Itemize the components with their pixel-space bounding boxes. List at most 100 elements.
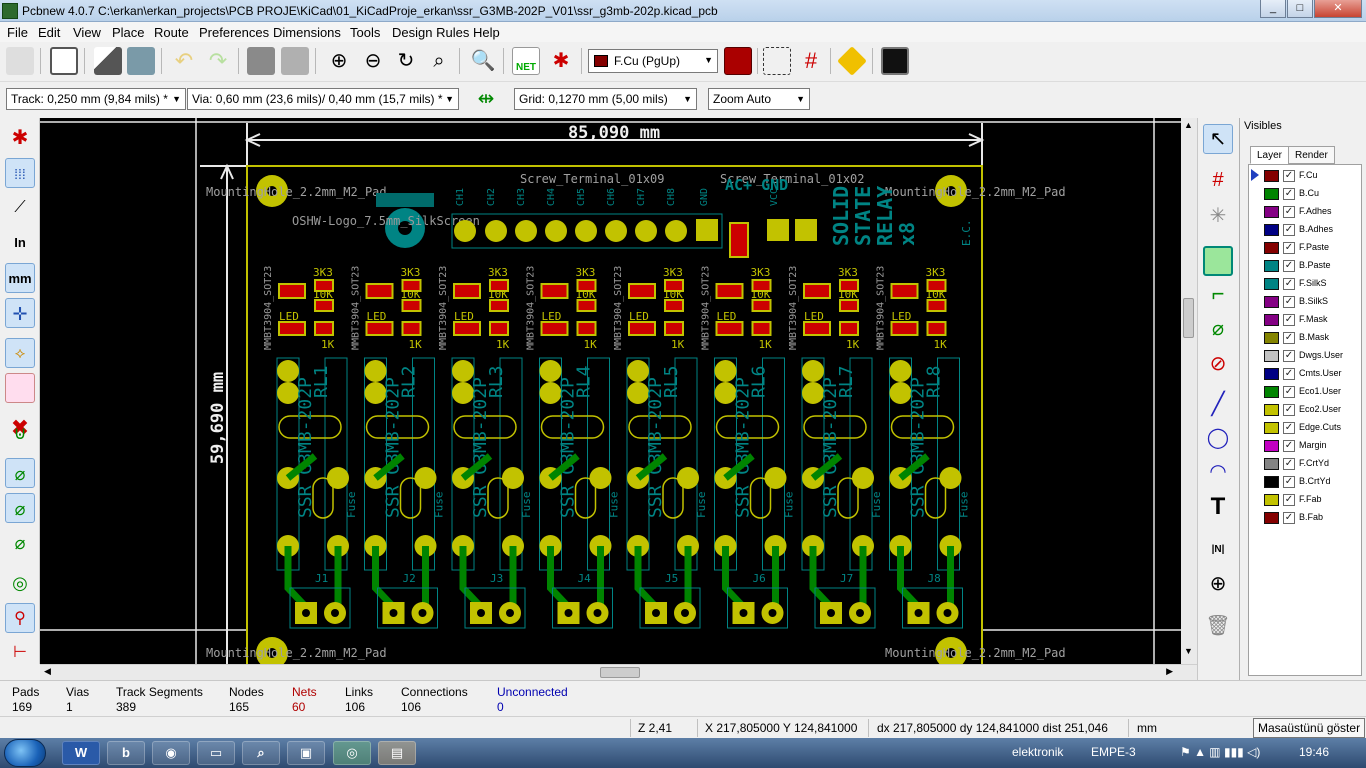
layer-color-swatch[interactable] (1264, 314, 1279, 326)
layer-row-b-fab[interactable]: ✓ B.Fab (1249, 509, 1361, 527)
zoom-fit-icon[interactable]: ⌕ (425, 47, 453, 75)
find-icon[interactable]: 🔍 (469, 47, 497, 75)
horizontal-scrollbar[interactable]: ◀ ▶ (40, 664, 1197, 680)
pcbnew-taskbar-icon[interactable]: ▤ (378, 741, 416, 765)
layer-visibility-checkbox[interactable]: ✓ (1283, 242, 1295, 254)
start-button[interactable] (4, 739, 46, 767)
add-circle-icon[interactable]: ◯ (1203, 424, 1233, 454)
netlist-icon[interactable]: NET (512, 47, 540, 75)
track-width-select[interactable]: Track: 0,250 mm (9,84 mils) * ▼ (6, 88, 186, 110)
load-board-icon[interactable] (94, 47, 122, 75)
layer-visibility-checkbox[interactable]: ✓ (1283, 440, 1295, 452)
layer-visibility-checkbox[interactable]: ✓ (1283, 206, 1295, 218)
layer-row-b-cu[interactable]: ✓ B.Cu (1249, 185, 1361, 203)
mode-footprint-icon[interactable] (763, 47, 791, 75)
drc-off-icon[interactable]: ✱ (5, 123, 35, 153)
add-dimension-icon[interactable]: |N| (1203, 536, 1233, 566)
autorouter-icon[interactable] (837, 46, 867, 76)
layer-row-f-cu[interactable]: ✓ F.Cu (1249, 167, 1361, 185)
grid-toggle-icon[interactable]: ⁞⁞⁞ (5, 158, 35, 188)
layer-visibility-checkbox[interactable]: ✓ (1283, 368, 1295, 380)
layer-color-swatch[interactable] (1264, 278, 1279, 290)
menu-edit[interactable]: Edit (38, 25, 60, 40)
layer-manager-icon[interactable]: ⊢ (5, 638, 35, 668)
microwave-icon[interactable]: ⚲ (5, 603, 35, 633)
browser-b-taskbar-icon[interactable]: b (107, 741, 145, 765)
layer-row-b-crtyd[interactable]: ✓ B.CrtYd (1249, 473, 1361, 491)
word-taskbar-icon[interactable]: W (62, 741, 100, 765)
vertical-scrollbar[interactable]: ▲ ▼ (1181, 118, 1197, 664)
layer-visibility-checkbox[interactable]: ✓ (1283, 332, 1295, 344)
horizontal-scroll-thumb[interactable] (600, 667, 640, 678)
layer-visibility-checkbox[interactable]: ✓ (1283, 350, 1295, 362)
polar-coords-icon[interactable]: ⟋ (5, 193, 35, 223)
module-ratsnest-icon[interactable] (5, 373, 35, 403)
pads-sketch-icon[interactable]: ⌀ (5, 458, 35, 488)
highlight-net-icon[interactable]: # (1203, 166, 1233, 196)
units-inch-icon[interactable]: In (5, 228, 35, 258)
layer-color-swatch[interactable] (1264, 188, 1279, 200)
layer-row-f-mask[interactable]: ✓ F.Mask (1249, 311, 1361, 329)
tab-layer[interactable]: Layer (1250, 146, 1290, 164)
add-keepout-icon[interactable]: ⊘ (1203, 350, 1233, 380)
layer-color-swatch[interactable] (1264, 296, 1279, 308)
menu-dimensions[interactable]: Dimensions (273, 25, 341, 40)
close-button[interactable]: ✕ (1314, 0, 1362, 18)
menu-design-rules[interactable]: Design Rules (392, 25, 469, 40)
layer-color-swatch[interactable] (1264, 458, 1279, 470)
layer-row-f-silks[interactable]: ✓ F.SilkS (1249, 275, 1361, 293)
minimize-button[interactable]: _ (1260, 0, 1286, 18)
zoom-select[interactable]: Zoom Auto ▼ (708, 88, 810, 110)
layer-visibility-checkbox[interactable]: ✓ (1283, 278, 1295, 290)
layer-row-cmts-user[interactable]: ✓ Cmts.User (1249, 365, 1361, 383)
layer-visibility-checkbox[interactable]: ✓ (1283, 188, 1295, 200)
layer-row-b-silks[interactable]: ✓ B.SilkS (1249, 293, 1361, 311)
menu-help[interactable]: Help (473, 25, 500, 40)
window-taskbar-icon[interactable]: ▣ (287, 741, 325, 765)
add-arc-icon[interactable]: ◠ (1203, 458, 1233, 488)
vertical-scroll-thumb[interactable] (1183, 298, 1194, 338)
tracks-sketch-icon[interactable]: ⌀ (5, 528, 35, 558)
layer-visibility-checkbox[interactable]: ✓ (1283, 512, 1295, 524)
layer-visibility-checkbox[interactable]: ✓ (1283, 476, 1295, 488)
via-size-select[interactable]: Via: 0,60 mm (23,6 mils)/ 0,40 mm (15,7 … (187, 88, 459, 110)
redo-icon[interactable]: ↷ (204, 47, 232, 75)
layer-color-swatch[interactable] (1264, 386, 1279, 398)
maximize-button[interactable]: □ (1287, 0, 1313, 18)
ratsnest-icon[interactable]: ⟡ (5, 338, 35, 368)
layer-row-eco2-user[interactable]: ✓ Eco2.User (1249, 401, 1361, 419)
search-taskbar-icon[interactable]: ⌕ (242, 741, 280, 765)
scripting-console-icon[interactable] (881, 47, 909, 75)
layer-pair-icon[interactable] (724, 47, 752, 75)
route-track-icon[interactable]: ⌐ (1203, 280, 1233, 310)
layer-color-swatch[interactable] (1264, 242, 1279, 254)
layer-row-f-crtyd[interactable]: ✓ F.CrtYd (1249, 455, 1361, 473)
layer-row-b-mask[interactable]: ✓ B.Mask (1249, 329, 1361, 347)
zoom-in-icon[interactable]: ⊕ (325, 47, 353, 75)
redraw-icon[interactable]: ↻ (392, 47, 420, 75)
cursor-shape-icon[interactable]: ✛ (5, 298, 35, 328)
select-arrow-icon[interactable]: ↖ (1203, 124, 1233, 154)
layer-color-swatch[interactable] (1264, 206, 1279, 218)
layer-visibility-checkbox[interactable]: ✓ (1283, 314, 1295, 326)
layer-row-b-paste[interactable]: ✓ B.Paste (1249, 257, 1361, 275)
layer-row-f-adhes[interactable]: ✓ F.Adhes (1249, 203, 1361, 221)
layer-visibility-checkbox[interactable]: ✓ (1283, 386, 1295, 398)
add-via-icon[interactable]: ⌀ (1203, 315, 1233, 345)
menu-tools[interactable]: Tools (350, 25, 380, 40)
page-settings-icon[interactable] (50, 47, 78, 75)
layer-visibility-checkbox[interactable]: ✓ (1283, 296, 1295, 308)
layer-color-swatch[interactable] (1264, 224, 1279, 236)
layer-visibility-checkbox[interactable]: ✓ (1283, 422, 1295, 434)
layer-color-swatch[interactable] (1264, 422, 1279, 434)
layer-row-edge-cuts[interactable]: ✓ Edge.Cuts (1249, 419, 1361, 437)
layer-color-swatch[interactable] (1264, 350, 1279, 362)
pcb-canvas[interactable]: 85,090 mm 59,690 mm MountingHole_2.2mm_M… (40, 118, 1197, 664)
vias-sketch-icon[interactable]: ⌀ (5, 493, 35, 523)
menu-preferences[interactable]: Preferences (199, 25, 269, 40)
scroll-down-icon[interactable]: ▼ (1184, 646, 1193, 656)
layer-row-margin[interactable]: ✓ Margin (1249, 437, 1361, 455)
layer-color-swatch[interactable] (1264, 332, 1279, 344)
auto-track-width-icon[interactable]: ⇹ (472, 85, 500, 113)
zoom-out-icon[interactable]: ⊖ (359, 47, 387, 75)
